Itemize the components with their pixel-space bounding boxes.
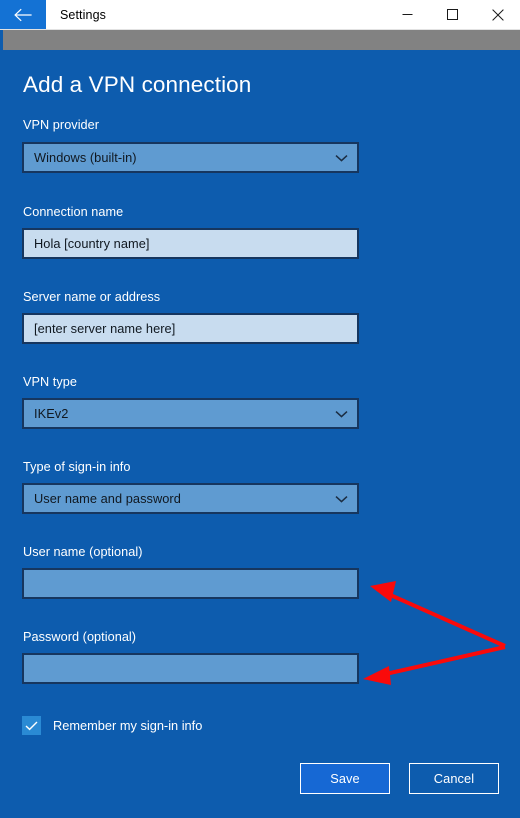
sign-in-type-value: User name and password [34,491,181,506]
vpn-settings-pane: Add a VPN connection VPN provider Window… [0,50,520,818]
remember-sign-in-checkbox-row[interactable]: Remember my sign-in info [22,716,202,735]
vpn-provider-dropdown[interactable]: Windows (built-in) [22,142,359,173]
back-button[interactable] [0,0,46,29]
page-title: Add a VPN connection [23,72,252,97]
password-input[interactable] [22,653,359,684]
label-connection-name: Connection name [23,205,124,219]
minimize-icon [402,9,413,20]
window-title: Settings [60,7,106,22]
label-password: Password (optional) [23,630,137,644]
window-controls [385,0,520,29]
connection-name-input[interactable]: Hola [country name] [22,228,359,259]
gray-strip-left-edge [0,30,3,50]
title-bar: Settings [0,0,520,30]
checkmark-icon [25,721,38,731]
close-icon [491,8,504,21]
connection-name-value: Hola [country name] [34,236,150,251]
arrow-left-icon [13,8,33,22]
save-button[interactable]: Save [300,763,390,794]
minimize-button[interactable] [385,0,430,29]
maximize-button[interactable] [430,0,475,29]
arrow-to-user-name-field [370,581,506,648]
vpn-type-dropdown[interactable]: IKEv2 [22,398,359,429]
label-sign-in-type: Type of sign-in info [23,460,131,474]
label-vpn-type: VPN type [23,375,77,389]
vpn-provider-value: Windows (built-in) [34,150,137,165]
server-name-value: [enter server name here] [34,321,176,336]
maximize-icon [447,9,458,20]
arrow-to-password-field [363,645,506,685]
chevron-down-icon [335,495,348,503]
sign-in-type-dropdown[interactable]: User name and password [22,483,359,514]
label-server-name: Server name or address [23,290,161,304]
label-user-name: User name (optional) [23,545,143,559]
label-vpn-provider: VPN provider [23,118,100,132]
user-name-input[interactable] [22,568,359,599]
settings-window: Settings Add a VPN connection VPN provid… [0,0,520,818]
gray-separator-strip [0,30,520,50]
cancel-button[interactable]: Cancel [409,763,499,794]
close-button[interactable] [475,0,520,29]
server-name-input[interactable]: [enter server name here] [22,313,359,344]
chevron-down-icon [335,410,348,418]
chevron-down-icon [335,154,348,162]
remember-sign-in-label: Remember my sign-in info [53,718,203,733]
vpn-type-value: IKEv2 [34,406,69,421]
remember-sign-in-checkbox[interactable] [22,716,41,735]
